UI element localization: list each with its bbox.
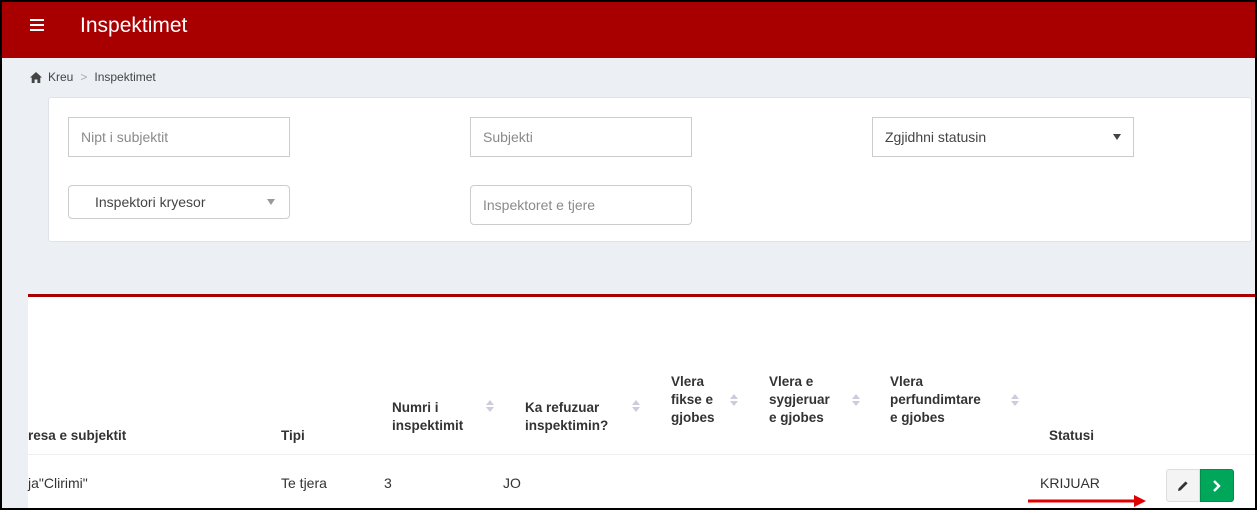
red-arrow-icon	[1028, 495, 1146, 507]
hamburger-icon[interactable]	[30, 19, 44, 31]
col-sygj-line3: e gjobes	[769, 410, 824, 425]
cell-refuzuar: JO	[503, 475, 521, 491]
col-adresa[interactable]: resa e subjektit	[28, 427, 126, 445]
col-statusi[interactable]: Statusi	[1049, 427, 1094, 445]
cell-statusi: KRIJUAR	[1040, 475, 1100, 491]
sort-icon[interactable]	[1011, 394, 1019, 408]
inspector-select-value: Inspektori kryesor	[95, 194, 206, 210]
col-fikse-line1: Vlera	[671, 374, 705, 389]
col-vlera-perfundimtare[interactable]: Vlera perfundimtare e gjobes	[890, 373, 981, 427]
nipt-input[interactable]	[68, 117, 290, 157]
chevron-right-icon	[1213, 479, 1221, 492]
col-tipi[interactable]: Tipi	[281, 427, 305, 445]
breadcrumb-home-link[interactable]: Kreu	[48, 70, 73, 84]
subjekti-input[interactable]	[470, 117, 692, 157]
inspections-table: resa e subjektit Tipi Numri i inspektimi…	[28, 294, 1257, 510]
col-numri-line1: Numri i	[392, 400, 439, 415]
col-fikse-line3: gjobes	[671, 410, 715, 425]
sort-icon[interactable]	[852, 394, 860, 408]
table-header-divider	[28, 454, 1257, 455]
open-inspection-button[interactable]	[1200, 469, 1234, 502]
cell-adresa: ja"Clirimi"	[28, 475, 88, 491]
cell-numri: 3	[384, 475, 392, 491]
status-select-value: Zgjidhni statusin	[885, 129, 987, 145]
dropdown-arrow-icon	[1113, 134, 1121, 140]
cell-tipi: Te tjera	[281, 475, 327, 491]
col-vlera-fikse[interactable]: Vlera fikse e gjobes	[671, 373, 715, 427]
filter-panel: Zgjidhni statusin Inspektori kryesor	[48, 97, 1252, 242]
home-icon	[30, 71, 42, 83]
dropdown-arrow-icon	[267, 199, 275, 205]
sort-icon[interactable]	[632, 400, 640, 414]
sort-icon[interactable]	[730, 394, 738, 408]
col-vlera-sygjeruar[interactable]: Vlera e sygjeruar e gjobes	[769, 373, 830, 427]
col-perf-line3: e gjobes	[890, 410, 945, 425]
other-inspectors-input[interactable]	[470, 185, 692, 225]
col-refuzuar[interactable]: Ka refuzuar inspektimin?	[525, 399, 608, 435]
inspector-select[interactable]: Inspektori kryesor	[68, 185, 290, 219]
col-perf-line1: Vlera	[890, 374, 924, 389]
sort-icon[interactable]	[486, 400, 494, 414]
top-bar: Inspektimet	[0, 0, 1257, 58]
page-title: Inspektimet	[80, 14, 188, 37]
breadcrumb-current: Inspektimet	[94, 70, 156, 84]
col-numri[interactable]: Numri i inspektimit	[392, 399, 463, 435]
edit-button[interactable]	[1166, 469, 1200, 502]
breadcrumb-separator: >	[80, 70, 88, 84]
col-refuzuar-line2: inspektimin?	[525, 418, 609, 433]
col-fikse-line2: fikse e	[671, 392, 714, 407]
pencil-icon	[1178, 480, 1188, 491]
status-select[interactable]: Zgjidhni statusin	[872, 117, 1134, 157]
col-refuzuar-line1: Ka refuzuar	[525, 400, 600, 415]
breadcrumb: Kreu > Inspektimet	[30, 70, 156, 84]
col-sygj-line2: sygjeruar	[769, 392, 830, 407]
col-sygj-line1: Vlera e	[769, 374, 814, 389]
col-perf-line2: perfundimtare	[890, 392, 981, 407]
col-numri-line2: inspektimit	[392, 418, 464, 433]
